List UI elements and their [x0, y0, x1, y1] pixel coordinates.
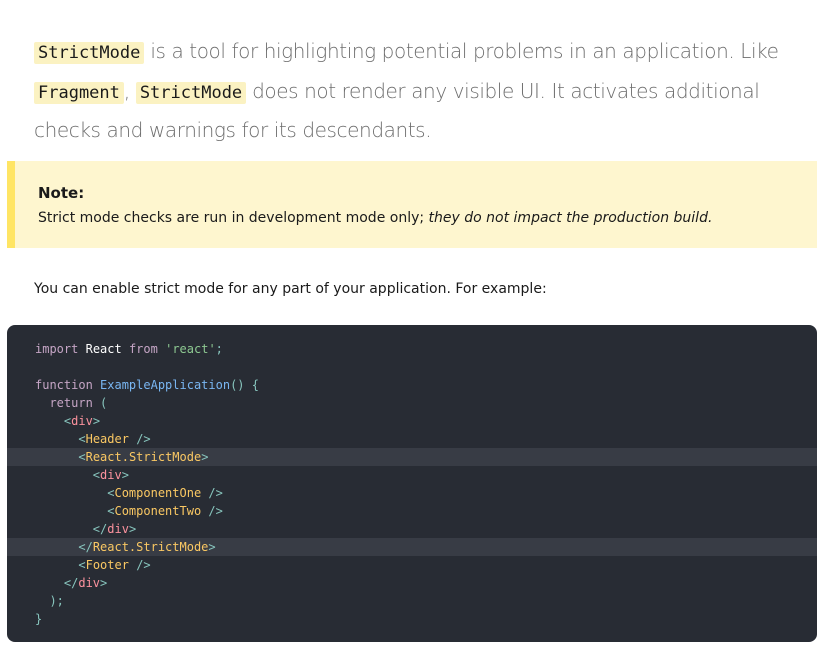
- code-token: );: [49, 594, 64, 608]
- code-token: ComponentTwo: [114, 504, 202, 518]
- code-token: <: [78, 450, 86, 464]
- code-token: (): [230, 378, 245, 392]
- code-line: </div>: [7, 574, 817, 592]
- code-token: div: [71, 414, 93, 428]
- code-line: <Header />: [7, 430, 817, 448]
- code-token: <: [78, 432, 86, 446]
- code-line: import React from 'react';: [7, 340, 817, 358]
- code-token: >: [128, 522, 137, 536]
- inline-code-strictmode-2: StrictMode: [135, 81, 247, 104]
- code-token: function: [35, 378, 93, 392]
- code-token: />: [136, 558, 151, 572]
- note-body: Strict mode checks are run in developmen…: [38, 210, 712, 226]
- code-line-highlighted: <React.StrictMode>: [7, 448, 817, 466]
- code-token: <: [92, 468, 101, 482]
- code-line: );: [7, 592, 817, 610]
- code-token: Footer: [85, 558, 129, 572]
- intro-paragraph: StrictMode is a tool for highlighting po…: [34, 33, 804, 150]
- code-token: />: [136, 432, 151, 446]
- code-token: >: [208, 540, 216, 554]
- code-token: div: [78, 576, 101, 590]
- note-callout: Note: Strict mode checks are run in deve…: [7, 161, 817, 248]
- code-token: React.StrictMode: [92, 540, 209, 554]
- code-token: React: [85, 342, 122, 356]
- intro-text-2: ,: [123, 78, 136, 103]
- code-token: >: [92, 414, 101, 428]
- code-line-highlighted: </React.StrictMode>: [7, 538, 817, 556]
- code-line: <Footer />: [7, 556, 817, 574]
- code-line: <div>: [7, 412, 817, 430]
- code-token: }: [35, 612, 43, 626]
- code-lines: import React from 'react'; function Exam…: [7, 340, 817, 628]
- note-text: Strict mode checks are run in developmen…: [38, 210, 429, 226]
- code-token: >: [121, 468, 129, 482]
- inline-code-strictmode: StrictMode: [34, 42, 145, 64]
- code-token: 'react': [165, 342, 216, 356]
- code-token: return: [49, 396, 93, 410]
- code-token: />: [208, 486, 223, 500]
- code-token: import: [35, 342, 79, 356]
- code-token: from: [128, 342, 158, 356]
- code-token: React.StrictMode: [85, 450, 202, 464]
- code-token: </: [78, 540, 93, 554]
- code-token: ComponentOne: [114, 486, 202, 500]
- code-line: <ComponentTwo />: [7, 502, 817, 520]
- code-token: >: [201, 450, 209, 464]
- code-line: <ComponentOne />: [7, 484, 817, 502]
- code-token: div: [107, 522, 129, 536]
- code-token: div: [100, 468, 122, 482]
- enable-strict-mode-text: You can enable strict mode for any part …: [34, 281, 547, 297]
- code-line: </div>: [7, 520, 817, 538]
- note-title: Note:: [38, 184, 85, 202]
- code-token: </: [63, 576, 79, 590]
- code-token: ;: [215, 342, 223, 356]
- inline-code-fragment: Fragment: [34, 81, 124, 104]
- code-token: {: [251, 378, 259, 392]
- code-token: (: [100, 396, 108, 410]
- code-token: <: [78, 558, 86, 572]
- code-token: </: [92, 522, 108, 536]
- code-block: import React from 'react'; function Exam…: [7, 325, 817, 642]
- intro-text-1: is a tool for highlighting potential pro…: [144, 39, 779, 63]
- code-line: function ExampleApplication() {: [7, 376, 817, 394]
- code-line: <div>: [7, 466, 817, 484]
- code-line: return (: [7, 394, 817, 412]
- code-token: >: [100, 576, 108, 590]
- code-token: Header: [85, 432, 129, 446]
- code-line: }: [7, 610, 817, 628]
- code-token: ExampleApplication: [100, 378, 231, 392]
- code-token: />: [208, 504, 223, 518]
- note-emphasis: they do not impact the production build.: [428, 210, 713, 226]
